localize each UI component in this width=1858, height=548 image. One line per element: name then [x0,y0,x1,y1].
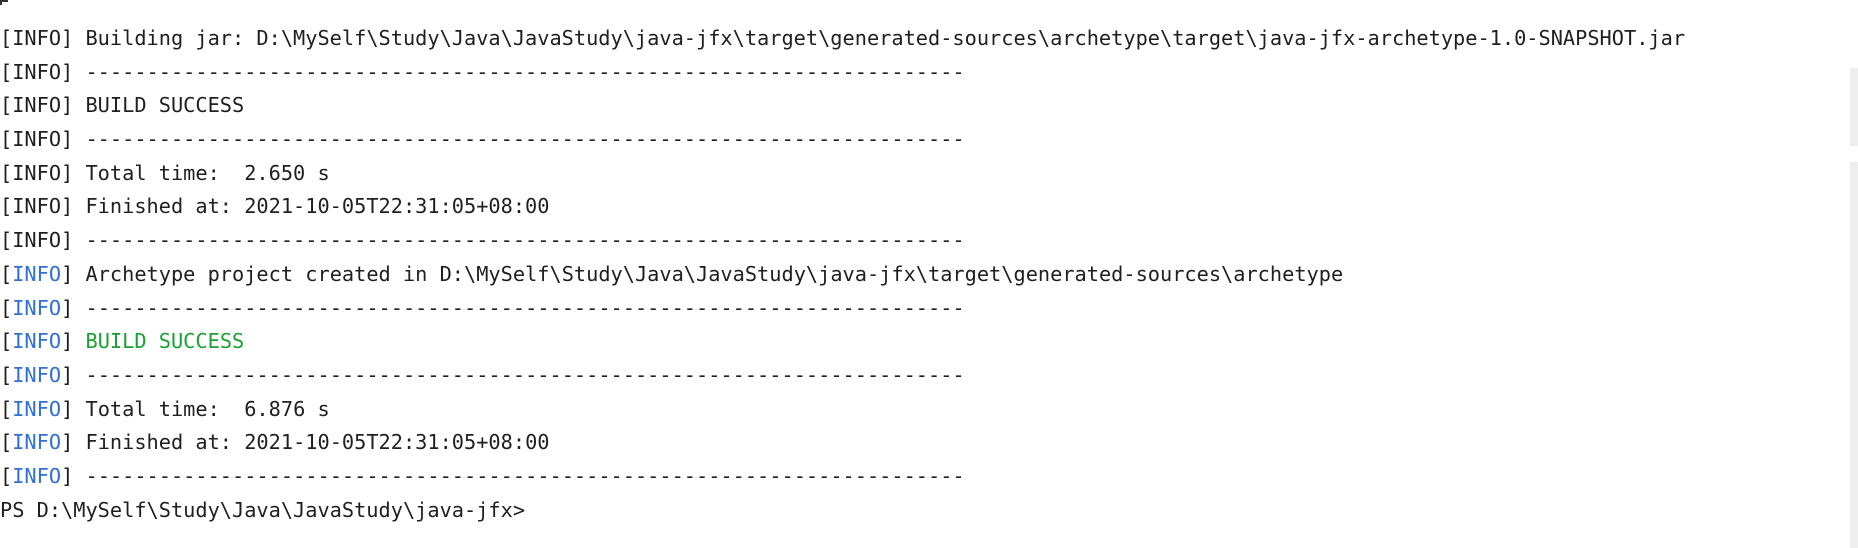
log-line: [INFO] ---------------------------------… [0,460,1830,494]
prompt-text: PS D:\MySelf\Study\Java\JavaStudy\java-j… [0,497,526,522]
log-prefix: [INFO] [0,59,74,84]
log-line: [INFO] Total time: 6.876 s [0,393,1830,427]
log-text: Finished at: 2021-10-05T22:31:05+08:00 [73,430,550,455]
log-prefix: [INFO] [0,228,74,253]
bracket-open: [ [0,362,13,387]
shell-prompt[interactable]: PS D:\MySelf\Study\Java\JavaStudy\java-j… [0,494,1830,528]
log-text: Archetype project created in D:\MySelf\S… [73,261,1344,286]
log-text: ----------------------------------------… [73,362,965,387]
info-tag: INFO [12,261,62,286]
bracket-close: ] [61,396,74,421]
bracket-open: [ [0,430,13,455]
bracket-open: [ [0,463,13,488]
log-line: [INFO] ---------------------------------… [0,224,1830,258]
log-text: Total time: 6.876 s [73,396,330,421]
log-text: ----------------------------------------… [73,463,965,488]
bracket-close: ] [61,430,74,455]
bracket-open: [ [0,329,13,354]
log-prefix: [INFO] [0,194,74,219]
scrollbar-thumb[interactable] [1850,162,1858,548]
info-tag: INFO [12,329,62,354]
log-line: [INFO] ---------------------------------… [0,292,1830,326]
log-line: [INFO] ---------------------------------… [0,359,1830,393]
log-line: [INFO] Building jar: D:\MySelf\Study\Jav… [0,22,1830,56]
log-line: [INFO] Finished at: 2021-10-05T22:31:05+… [0,426,1830,460]
log-prefix: [INFO] [0,160,74,185]
log-line: [INFO] Finished at: 2021-10-05T22:31:05+… [0,190,1830,224]
log-text: BUILD SUCCESS [73,93,245,118]
info-tag: INFO [12,295,62,320]
log-text: ----------------------------------------… [73,127,965,152]
terminal-output-panel[interactable]: [INFO] Building jar: D:\MySelf\Study\Jav… [0,0,1858,548]
bracket-close: ] [61,329,74,354]
scrollbar-marker[interactable] [1850,68,1858,146]
log-prefix: [INFO] [0,127,74,152]
log-line: [INFO] Total time: 2.650 s [0,157,1830,191]
log-line: [INFO] ---------------------------------… [0,56,1830,90]
vertical-scrollbar[interactable] [1846,0,1858,548]
bracket-close: ] [61,463,74,488]
log-prefix: [INFO] [0,93,74,118]
log-text: Building jar: D:\MySelf\Study\Java\JavaS… [73,26,1686,50]
log-line: [INFO] Archetype project created in D:\M… [0,258,1830,292]
bracket-close: ] [61,362,74,387]
corner-marker [0,0,8,5]
log-text: ----------------------------------------… [73,228,965,253]
log-space [73,329,85,353]
log-text: ----------------------------------------… [73,59,965,84]
log-line: [INFO] BUILD SUCCESS [0,89,1830,123]
bracket-open: [ [0,396,13,421]
bracket-open: [ [0,261,13,286]
bracket-close: ] [61,295,74,320]
bracket-open: [ [0,295,13,320]
log-text: Total time: 2.650 s [73,160,330,185]
info-tag: INFO [12,463,62,488]
info-tag: INFO [12,396,62,421]
log-line: [INFO] ---------------------------------… [0,123,1830,157]
log-text: Finished at: 2021-10-05T22:31:05+08:00 [73,194,550,219]
log-prefix: [INFO] [0,26,74,50]
log-text: ----------------------------------------… [73,295,965,320]
info-tag: INFO [12,430,62,455]
bracket-close: ] [61,261,74,286]
log-line: [INFO] BUILD SUCCESS [0,325,1830,359]
terminal-lines: [INFO] Building jar: D:\MySelf\Study\Jav… [0,22,1830,527]
build-success-text: BUILD SUCCESS [85,329,245,354]
info-tag: INFO [12,362,62,387]
